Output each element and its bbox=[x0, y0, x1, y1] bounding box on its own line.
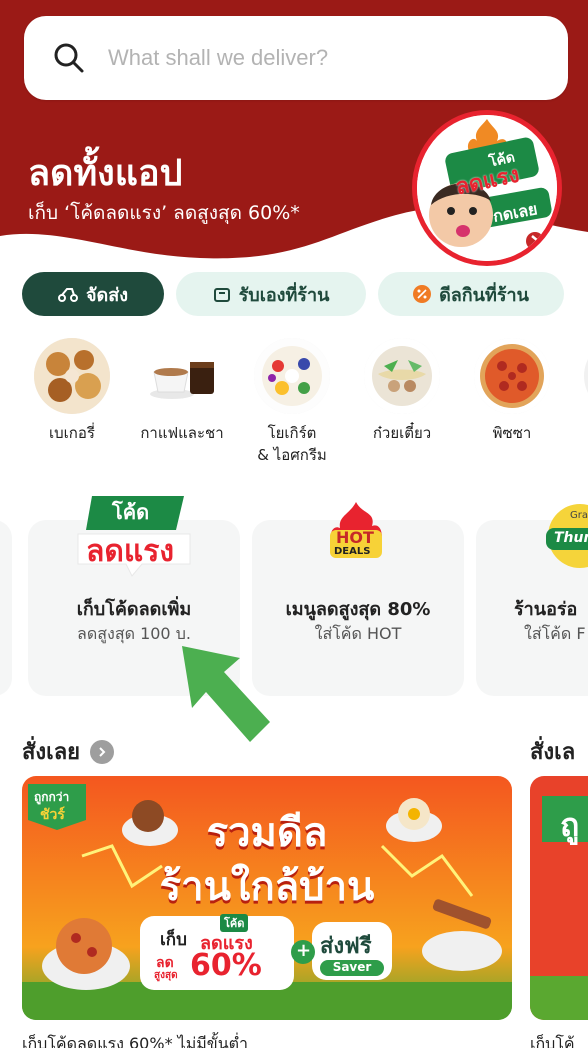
deal-card-prev[interactable] bbox=[0, 520, 12, 696]
promo-banner-2[interactable]: ถู bbox=[530, 776, 588, 1020]
hot-deals-icon: HOT DEALS bbox=[326, 500, 386, 568]
tab-dinein-label: ดีลกินที่ร้าน bbox=[439, 284, 529, 306]
banner-collect: เก็บ bbox=[160, 930, 187, 950]
bakery-image bbox=[34, 338, 110, 414]
category-bakery-label: เบเกอรี่ bbox=[49, 424, 95, 442]
category-more[interactable] bbox=[567, 338, 588, 414]
promo-code-badge[interactable]: โค้ด ลดแรง กดเลย bbox=[412, 110, 562, 266]
banner-caption-2: เก็บโค้ bbox=[530, 1034, 575, 1048]
app-screen: ลดทั้งแอป เก็บ ‘โค้ดลดแรง’ ลดสูงสุด 60%*… bbox=[0, 0, 588, 1048]
category-pizza[interactable]: พิซซา bbox=[457, 338, 567, 444]
percent-icon bbox=[413, 285, 432, 303]
category-bakery[interactable]: เบเกอรี่ bbox=[17, 338, 127, 444]
deal-card-thumbsup[interactable]: Gra Thum ร้านอร่อ ใส่โค้ด F bbox=[476, 504, 588, 696]
deal-card-hot-subtitle: ใส่โค้ด HOT bbox=[314, 624, 402, 643]
hot-logo-line2: DEALS bbox=[334, 546, 371, 557]
code-logo-line2: ลดแรง bbox=[86, 534, 174, 569]
thumbs-up-badge-icon: Gra Thum bbox=[540, 500, 588, 574]
category-more-image bbox=[584, 338, 588, 414]
category-yogurt[interactable]: โยเกิร์ต & ไอศกรีม bbox=[237, 338, 347, 466]
hero-subtitle: เก็บ ‘โค้ดลดแรง’ ลดสูงสุด 60%* bbox=[28, 202, 300, 224]
deal-cards: โค้ด ลดแรง เก็บโค้ดลดเพิ่ม ลดสูงสุด 100 … bbox=[0, 488, 588, 698]
banner-free-shipping: ส่งฟรี bbox=[320, 934, 372, 959]
category-noodle-label: ก๋วยเตี๋ยว bbox=[372, 424, 432, 442]
pointer-arrow-icon bbox=[182, 646, 270, 742]
banner-percent: 60% bbox=[190, 948, 262, 983]
search-bar[interactable] bbox=[24, 16, 568, 100]
hero-title: ลดทั้งแอป bbox=[28, 153, 183, 194]
category-coffee[interactable]: กาแฟและชา bbox=[127, 338, 237, 444]
banner-headline-2: ร้านใกล้บ้าน bbox=[159, 864, 375, 910]
service-tabs: จัดส่ง รับเองที่ร้าน ดีลกินที่ร้าน bbox=[0, 272, 588, 316]
bag-icon bbox=[213, 285, 231, 303]
section-order-now-2[interactable]: สั่งเล bbox=[530, 734, 575, 769]
deal-card-hot-title: เมนูลดสูงสุด 80% bbox=[285, 599, 431, 620]
tab-dinein[interactable]: ดีลกินที่ร้าน bbox=[378, 272, 564, 316]
search-icon bbox=[54, 43, 84, 73]
yogurt-image bbox=[254, 338, 330, 414]
banner-caption: เก็บโค้ดลดแรง 60%* ไม่มีขั้นต่ำ bbox=[22, 1034, 249, 1048]
chevron-right-icon bbox=[90, 739, 115, 764]
tab-delivery-label: จัดส่ง bbox=[85, 284, 128, 306]
deal-card-thumbsup-subtitle: ใส่โค้ด F bbox=[524, 624, 586, 643]
hot-logo-line1: HOT bbox=[336, 528, 374, 547]
category-row: เบเกอรี่ กาแฟและชา โยเกิร์ต & ไอศกรีม ก๋… bbox=[0, 338, 588, 468]
category-pizza-label: พิซซา bbox=[492, 424, 532, 442]
tab-pickup[interactable]: รับเองที่ร้าน bbox=[176, 272, 366, 316]
code-logo-icon: โค้ด ลดแรง bbox=[72, 490, 196, 584]
scooter-icon bbox=[57, 286, 78, 302]
deal-card-hot[interactable]: HOT DEALS เมนูลดสูงสุด 80% ใส่โค้ด HOT bbox=[252, 502, 464, 696]
noodle-image bbox=[364, 338, 440, 414]
banner-2-text: ถู bbox=[560, 806, 580, 844]
code-logo-line1: โค้ด bbox=[112, 500, 150, 524]
category-coffee-label: กาแฟและชา bbox=[140, 424, 224, 442]
category-noodle[interactable]: ก๋วยเตี๋ยว bbox=[347, 338, 457, 444]
thumbs-badge-line1: Gra bbox=[570, 510, 588, 521]
banner-saver: Saver bbox=[332, 960, 372, 974]
banner-max-label-2: สูงสุด bbox=[154, 970, 178, 981]
tab-delivery[interactable]: จัดส่ง bbox=[22, 272, 164, 316]
coffee-image bbox=[144, 338, 220, 414]
section-title-2: สั่งเล bbox=[530, 740, 576, 765]
hero-banner: ลดทั้งแอป เก็บ ‘โค้ดลดแรง’ ลดสูงสุด 60%*… bbox=[0, 0, 588, 272]
deal-card-thumbsup-title: ร้านอร่อ bbox=[514, 599, 578, 620]
banner-plus: + bbox=[296, 940, 312, 961]
section-title: สั่งเลย bbox=[22, 740, 81, 765]
category-yogurt-label: โยเกิร์ต & ไอศกรีม bbox=[257, 424, 327, 464]
section-order-now[interactable]: สั่งเลย bbox=[22, 734, 115, 769]
promo-banner[interactable]: ถูกกว่า ชัวร์ รวมดีล ร้านใกล้บ้าน เก็บ โ… bbox=[22, 776, 512, 1020]
pizza-image bbox=[474, 338, 550, 414]
tab-pickup-label: รับเองที่ร้าน bbox=[238, 284, 330, 306]
deal-card-code-title: เก็บโค้ดลดเพิ่ม bbox=[76, 599, 192, 620]
search-input[interactable] bbox=[108, 45, 528, 71]
thumbs-badge-line2: Thum bbox=[554, 530, 588, 546]
